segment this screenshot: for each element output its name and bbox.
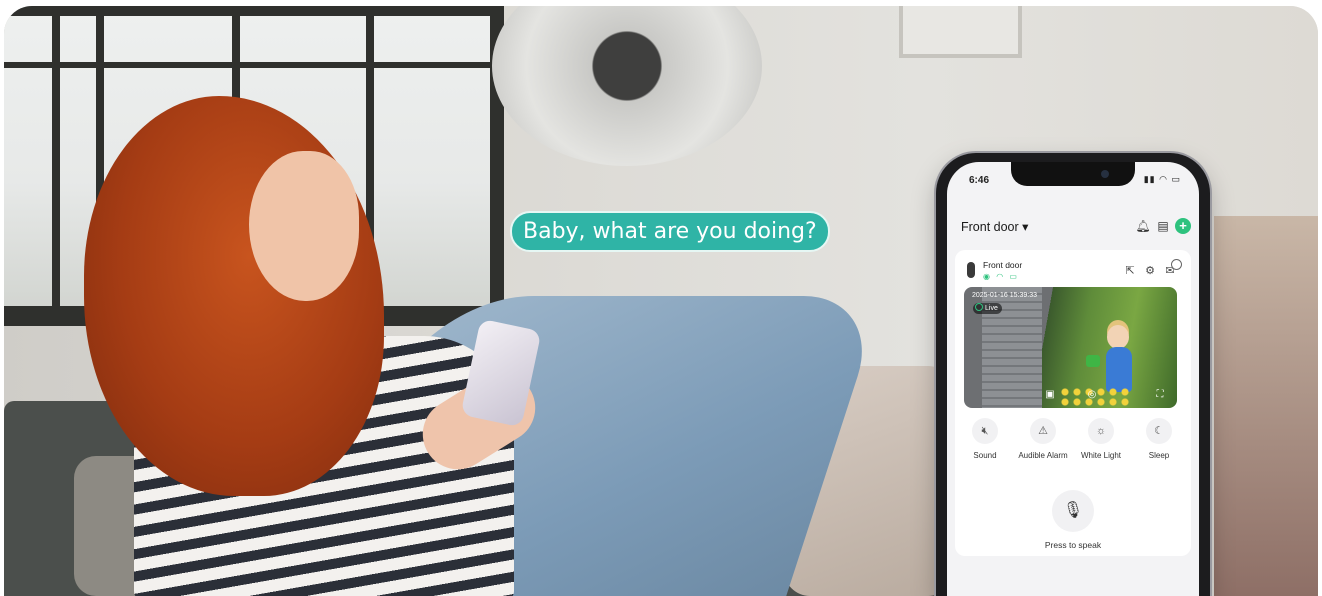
- wifi-icon: ◠: [1159, 174, 1168, 184]
- microphone-icon[interactable]: 🎙︎: [1052, 490, 1094, 532]
- camera-thumbnail-icon: [967, 262, 975, 278]
- multi-view-icon[interactable]: ▤: [1155, 218, 1171, 234]
- light-bulb-icon: ☼: [1088, 418, 1114, 444]
- battery-icon: ▭: [1171, 174, 1181, 184]
- device-card: Front door ◉ ◠ ▭ ⇱ ⚙ ✉ 2025-01-16 15:39:…: [955, 250, 1191, 556]
- device-name: Front door: [983, 260, 1023, 270]
- sleep-mode-icon: ☾: [1146, 418, 1172, 444]
- press-to-speak: 🎙︎ Press to speak: [955, 490, 1191, 550]
- snapshot-icon[interactable]: ▣: [1044, 389, 1056, 401]
- white-light-label: White Light: [1080, 451, 1122, 460]
- speech-bubble: Baby, what are you doing?: [510, 211, 830, 252]
- signal-icon: ▮▮: [1143, 174, 1156, 184]
- device-selector[interactable]: Front door ▾: [961, 219, 1028, 234]
- audible-alarm-label: Audible Alarm: [1018, 451, 1068, 460]
- white-light-button[interactable]: ☼ White Light: [1072, 418, 1130, 460]
- woman-face: [249, 151, 359, 301]
- audible-alarm-button[interactable]: ⚠ Audible Alarm: [1014, 418, 1072, 460]
- status-icons: ▮▮ ◠ ▭: [1144, 174, 1181, 185]
- sleep-label: Sleep: [1148, 451, 1170, 460]
- speaker-muted-icon: 🔇︎: [972, 418, 998, 444]
- sleep-button[interactable]: ☾ Sleep: [1130, 418, 1188, 460]
- add-device-icon[interactable]: +: [1175, 218, 1191, 234]
- fullscreen-icon[interactable]: ⛶: [1154, 389, 1166, 401]
- sound-button[interactable]: 🔇︎ Sound: [956, 418, 1014, 460]
- app-screen: 6:46 ▮▮ ◠ ▭ Front door ▾ 🔔︎ ▤ + Front do…: [947, 162, 1199, 596]
- notification-badge: [1171, 259, 1182, 270]
- alarm-siren-icon: ⚠: [1030, 418, 1056, 444]
- device-status-icons: ◉ ◠ ▭: [983, 272, 1019, 281]
- live-video-feed[interactable]: 2025-01-16 15:39:33 Live ▣ ◎ ⛶: [964, 287, 1177, 408]
- share-icon[interactable]: ⇱: [1123, 264, 1137, 278]
- child-head: [1107, 325, 1129, 349]
- record-icon[interactable]: ◎: [1086, 389, 1098, 401]
- wall-picture-frame: [899, 6, 1022, 58]
- watering-can: [1086, 355, 1100, 367]
- live-label: Live: [985, 305, 998, 312]
- settings-icon[interactable]: ⚙: [1143, 264, 1157, 278]
- app-header: Front door ▾ 🔔︎ ▤ +: [961, 216, 1191, 240]
- phone-mockup: 6:46 ▮▮ ◠ ▭ Front door ▾ 🔔︎ ▤ + Front do…: [936, 153, 1210, 596]
- live-dot-icon: [975, 303, 983, 311]
- control-buttons: 🔇︎ Sound ⚠ Audible Alarm ☼ White Light ☾…: [955, 418, 1191, 468]
- phone-notch: [1011, 162, 1135, 186]
- message-icon[interactable]: ✉: [1163, 259, 1182, 278]
- child-body: [1106, 347, 1132, 392]
- sound-label: Sound: [973, 451, 997, 460]
- bell-icon[interactable]: 🔔︎: [1135, 218, 1151, 234]
- press-to-speak-label: Press to speak: [1044, 540, 1102, 550]
- shelf: [1214, 216, 1318, 596]
- device-row: Front door ◉ ◠ ▭ ⇱ ⚙ ✉: [955, 256, 1191, 284]
- live-indicator: Live: [973, 303, 1002, 314]
- status-time: 6:46: [969, 175, 990, 186]
- video-timestamp: 2025-01-16 15:39:33: [972, 292, 1037, 299]
